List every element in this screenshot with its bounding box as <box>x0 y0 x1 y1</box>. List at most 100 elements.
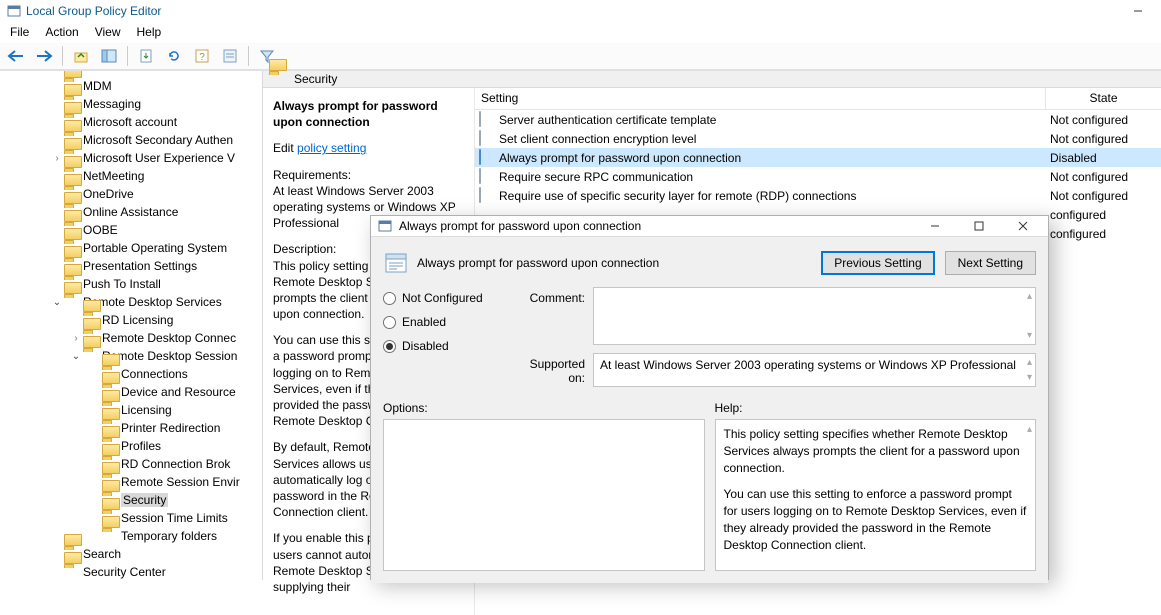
tree-node[interactable]: Online Assistance <box>0 203 262 221</box>
tree-node-label: Security <box>121 493 168 507</box>
content-header: Security <box>263 71 1161 88</box>
tree-node[interactable]: Licensing <box>0 401 262 419</box>
tree-node[interactable]: Microsoft Secondary Authen <box>0 131 262 149</box>
setting-row[interactable]: Server authentication certificate templa… <box>475 110 1161 129</box>
content-header-title: Security <box>294 72 337 86</box>
menu-file[interactable]: File <box>2 23 37 41</box>
tree-node-label: Microsoft Secondary Authen <box>83 133 233 147</box>
radio-enabled[interactable]: Enabled <box>383 315 513 329</box>
menu-help[interactable]: Help <box>129 23 170 41</box>
next-setting-button[interactable]: Next Setting <box>945 251 1036 275</box>
tree-node[interactable]: Session Time Limits <box>0 509 262 527</box>
tree-node[interactable]: Security <box>0 491 262 509</box>
tree-node-label: OOBE <box>83 223 118 237</box>
nav-tree[interactable]: MDMMessaging Microsoft account Microsoft S… <box>0 71 263 580</box>
dialog-maximize-button[interactable] <box>966 216 992 236</box>
tree-node-label: Licensing <box>121 403 172 417</box>
setting-name: Server authentication certificate templa… <box>499 113 1046 127</box>
comment-label: Comment: <box>513 287 593 305</box>
tree-node-label: RD Licensing <box>102 313 173 327</box>
tree-node[interactable]: RD Connection Brok <box>0 455 262 473</box>
radio-disabled[interactable]: Disabled <box>383 339 513 353</box>
previous-setting-button[interactable]: Previous Setting <box>821 251 934 275</box>
tree-node[interactable]: NetMeeting <box>0 167 262 185</box>
tree-node[interactable]: › Microsoft User Experience V <box>0 149 262 167</box>
tree-node-label: Microsoft User Experience V <box>83 151 235 165</box>
tree-node[interactable]: Printer Redirection <box>0 419 262 437</box>
toolbar-properties-icon[interactable] <box>218 44 242 68</box>
setting-row[interactable]: Require secure RPC communicationNot conf… <box>475 167 1161 186</box>
tree-node[interactable]: Portable Operating System <box>0 239 262 257</box>
tree-node[interactable]: Profiles <box>0 437 262 455</box>
tree-node[interactable]: Messaging <box>0 95 262 113</box>
setting-row[interactable]: Always prompt for password upon connecti… <box>475 148 1161 167</box>
tree-node[interactable]: OOBE <box>0 221 262 239</box>
window-minimize-button[interactable] <box>1115 0 1161 22</box>
setting-name: Set client connection encryption level <box>499 132 1046 146</box>
tree-node-label: Profiles <box>121 439 161 453</box>
dialog-policy-name: Always prompt for password upon connecti… <box>417 256 659 270</box>
window-titlebar: Local Group Policy Editor <box>0 0 1161 22</box>
dialog-close-button[interactable] <box>1010 216 1036 236</box>
edit-policy-link[interactable]: policy setting <box>297 141 366 155</box>
tree-node-label: Device and Resource <box>121 385 236 399</box>
col-state[interactable]: State <box>1046 88 1161 109</box>
radio-not-configured[interactable]: Not Configured <box>383 291 513 305</box>
dialog-title: Always prompt for password upon connecti… <box>399 219 641 233</box>
tree-node[interactable]: Device and Resource <box>0 383 262 401</box>
tree-node-label: Connections <box>121 367 188 381</box>
tree-node-label: Printer Redirection <box>121 421 220 435</box>
policy-icon <box>479 150 495 166</box>
setting-row[interactable]: Set client connection encryption levelNo… <box>475 129 1161 148</box>
menu-view[interactable]: View <box>87 23 129 41</box>
dialog-minimize-button[interactable] <box>922 216 948 236</box>
tree-node-label: Microsoft account <box>83 115 177 129</box>
toolbar-back-button[interactable] <box>4 44 28 68</box>
toolbar-forward-button[interactable] <box>32 44 56 68</box>
tree-node[interactable]: ⌄Remote Desktop Session <box>0 347 262 365</box>
tree-node[interactable]: Connections <box>0 365 262 383</box>
tree-node-label: OneDrive <box>83 187 134 201</box>
setting-state: Disabled <box>1046 151 1161 165</box>
tree-node[interactable]: Microsoft account <box>0 113 262 131</box>
chevron-right-icon[interactable]: › <box>69 333 83 344</box>
window-title: Local Group Policy Editor <box>26 4 161 18</box>
chevron-down-icon[interactable]: ⌄ <box>69 351 83 362</box>
tree-node[interactable]: Push To Install <box>0 275 262 293</box>
setting-row[interactable]: Require use of specific security layer f… <box>475 186 1161 205</box>
tree-node[interactable]: › Remote Desktop Connec <box>0 329 262 347</box>
toolbar-up-icon[interactable] <box>69 44 93 68</box>
toolbar-export-icon[interactable] <box>134 44 158 68</box>
tree-node[interactable]: OneDrive <box>0 185 262 203</box>
tree-node-label: Push To Install <box>83 277 161 291</box>
folder-icon <box>269 71 285 87</box>
toolbar-refresh-icon[interactable] <box>162 44 186 68</box>
tree-node-label: Remote Desktop Connec <box>102 331 236 345</box>
options-panel <box>383 419 705 571</box>
tree-node[interactable]: Security Center <box>0 563 262 580</box>
tree-node[interactable]: Presentation Settings <box>0 257 262 275</box>
toolbar-show-hide-tree-icon[interactable] <box>97 44 121 68</box>
help-label: Help: <box>715 401 1037 415</box>
tree-node[interactable]: Search <box>0 545 262 563</box>
col-setting[interactable]: Setting <box>475 88 1046 109</box>
toolbar-help-icon[interactable]: ? <box>190 44 214 68</box>
policy-icon <box>479 131 495 147</box>
tree-node-label: Session Time Limits <box>121 511 228 525</box>
policy-large-icon <box>383 250 409 276</box>
chevron-right-icon[interactable]: › <box>50 153 64 164</box>
comment-textbox[interactable]: ▴▾ <box>593 287 1036 345</box>
tree-node[interactable]: ⌄Remote Desktop Services <box>0 293 262 311</box>
tree-node[interactable]: Temporary folders <box>0 527 262 545</box>
tree-node-label: NetMeeting <box>83 169 144 183</box>
tree-node-label: Portable Operating System <box>83 241 227 255</box>
dialog-titlebar[interactable]: Always prompt for password upon connecti… <box>371 216 1048 236</box>
chevron-down-icon[interactable]: ⌄ <box>50 297 64 308</box>
tree-node-label: Search <box>83 547 121 561</box>
toolbar-separator <box>127 46 128 66</box>
folder-icon <box>64 564 80 580</box>
menu-action[interactable]: Action <box>37 23 86 41</box>
tree-node[interactable]: Remote Session Envir <box>0 473 262 491</box>
tree-node[interactable]: RD Licensing <box>0 311 262 329</box>
tree-node[interactable]: MDM <box>0 77 262 95</box>
